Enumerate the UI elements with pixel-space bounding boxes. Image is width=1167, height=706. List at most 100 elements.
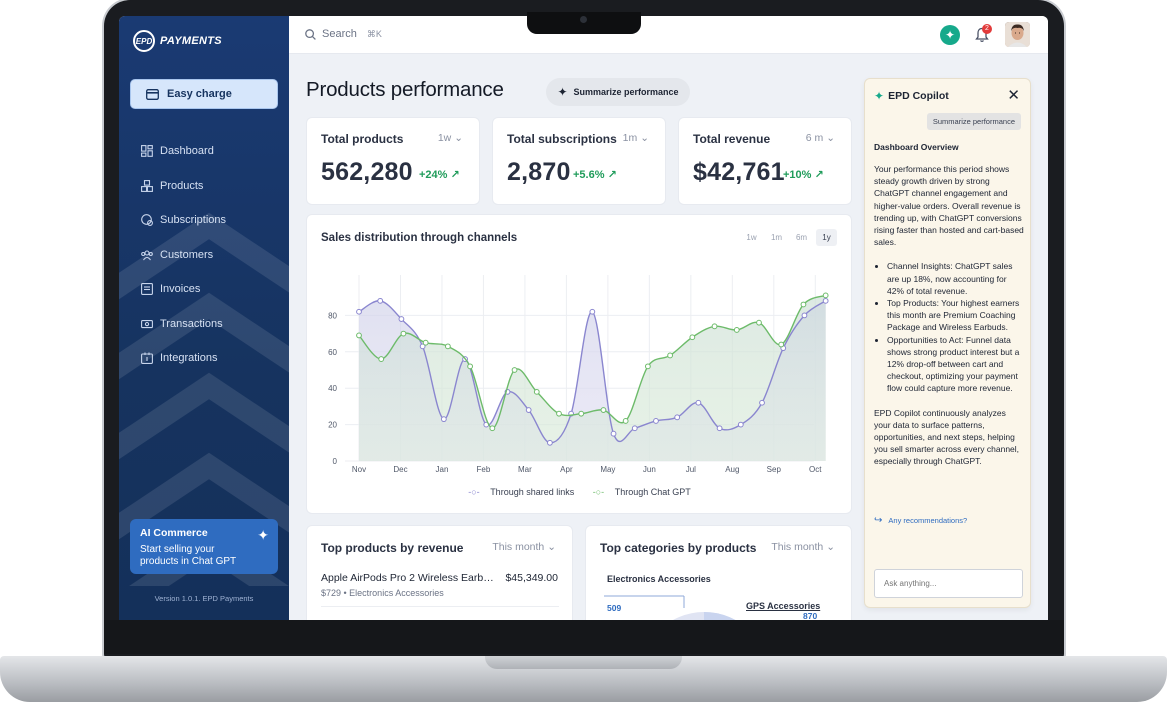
chevron-down-icon: ⌄ — [826, 132, 835, 144]
data-point — [578, 410, 585, 417]
sparkle-icon: ✦ — [874, 89, 885, 103]
stat-label: Total products — [321, 132, 404, 146]
data-point — [377, 297, 384, 304]
card-icon — [146, 88, 159, 100]
search-input[interactable]: Search ⌘K — [305, 28, 382, 40]
easy-charge-button[interactable]: Easy charge — [130, 79, 278, 109]
sidebar-item-subscriptions[interactable]: Subscriptions — [141, 203, 226, 238]
copilot-toggle-button[interactable]: ✦ — [940, 25, 960, 45]
data-point — [589, 308, 596, 315]
data-point — [556, 410, 562, 417]
data-point — [489, 425, 496, 432]
sidebar: EPD Payments Easy charge Dashboard Produ… — [119, 16, 289, 620]
x-tick-label: Jul — [686, 465, 696, 474]
data-point — [711, 323, 718, 330]
copilot-intro: Your performance this period shows stead… — [874, 164, 1024, 248]
data-point — [674, 414, 681, 421]
notification-badge: 2 — [982, 24, 992, 34]
data-point — [733, 327, 740, 333]
stat-change: +24% ↗ — [419, 168, 460, 181]
product-price: $45,349.00 — [505, 572, 558, 584]
sidebar-item-label: Invoices — [160, 283, 201, 296]
legend-item-shared-links[interactable]: -○- Through shared links — [464, 487, 578, 497]
trend-up-icon: ↗ — [814, 169, 824, 181]
data-point — [444, 343, 451, 350]
x-tick-label: Feb — [477, 465, 491, 474]
period-dropdown[interactable]: 1w ⌄ — [438, 132, 463, 144]
data-point — [525, 407, 532, 413]
trend-up-icon: ↗ — [607, 169, 617, 181]
boxes-icon — [141, 179, 153, 192]
sidebar-item-label: Integrations — [160, 352, 218, 365]
copilot-bullet: Top Products: Your highest earners this … — [887, 297, 1024, 334]
camera-icon — [580, 16, 587, 23]
sales-chart-card: Sales distribution through channels 1w 1… — [306, 214, 852, 514]
top-products-card: Top products by revenue This month ⌄ App… — [306, 525, 573, 620]
y-tick-label: 0 — [333, 457, 338, 466]
stat-label: Total subscriptions — [507, 132, 617, 146]
data-point — [610, 430, 617, 437]
sidebar-item-invoices[interactable]: Invoices — [141, 272, 226, 307]
stat-card-total-products: Total products 1w ⌄ 562,280 +24% ↗ — [306, 117, 480, 205]
period-dropdown[interactable]: This month ⌄ — [492, 541, 556, 553]
sales-chart: 0 20 40 60 80 Nov Dec Jan Feb Mar Apr May Jun Jul Aug S… — [328, 275, 829, 474]
data-point — [801, 312, 808, 319]
divider — [321, 606, 559, 607]
data-point — [737, 421, 744, 428]
data-point — [622, 418, 629, 424]
sidebar-item-transactions[interactable]: Transactions — [141, 307, 226, 342]
app-logo[interactable]: EPD Payments — [133, 30, 222, 52]
invoice-icon — [141, 283, 153, 296]
data-point — [822, 292, 829, 299]
category-label: Electronics Accessories — [607, 574, 711, 584]
sparkle-icon: ✦ — [257, 527, 269, 543]
avatar[interactable] — [1005, 22, 1030, 47]
grid-icon — [141, 145, 153, 158]
close-icon[interactable]: ✕ — [1007, 86, 1020, 104]
sidebar-item-integrations[interactable]: Integrations — [141, 341, 226, 376]
sidebar-nav: Dashboard Products Subscriptions Custome… — [141, 134, 226, 376]
data-point — [689, 334, 696, 341]
copilot-heading: Dashboard Overview — [874, 142, 959, 152]
data-point — [600, 407, 607, 413]
copilot-closing: EPD Copilot continuously analyzes your d… — [874, 407, 1020, 467]
sidebar-item-label: Subscriptions — [160, 214, 227, 227]
product-meta: $729 • Electronics Accessories — [321, 588, 444, 598]
data-point — [398, 316, 405, 322]
copilot-bullet: Opportunities to Act: Funnel data shows … — [887, 334, 1024, 395]
period-value: 1w — [437, 132, 452, 144]
stat-value: 2,870 — [507, 158, 571, 186]
y-tick-label: 20 — [328, 421, 337, 430]
y-tick-label: 60 — [328, 348, 337, 357]
x-tick-label: May — [600, 465, 615, 474]
period-dropdown[interactable]: 1m ⌄ — [623, 132, 649, 144]
sidebar-item-products[interactable]: Products — [141, 169, 226, 204]
summarize-chip[interactable]: Summarize performance — [926, 113, 1021, 130]
recommendations-link[interactable]: ↪ Any recommendations? — [874, 515, 967, 526]
reply-arrow-icon: ↪ — [874, 515, 883, 526]
chevron-down-icon: ⌄ — [547, 541, 556, 553]
data-point — [759, 399, 765, 406]
period-dropdown[interactable]: 6 m ⌄ — [806, 132, 835, 144]
data-point — [440, 416, 447, 423]
chevron-down-icon: ⌄ — [640, 132, 649, 144]
data-point — [778, 341, 785, 348]
laptop-bezel — [104, 620, 1064, 654]
data-point — [400, 330, 407, 337]
product-name[interactable]: Apple AirPods Pro 2 Wireless Earbuds — [321, 572, 499, 584]
category-value: 509 — [607, 603, 622, 613]
page-title: Products performance — [306, 78, 504, 101]
ask-anything-input[interactable] — [874, 569, 1023, 598]
copilot-title: EPD Copilot — [888, 90, 949, 102]
data-point — [716, 425, 723, 432]
data-point — [467, 363, 474, 370]
data-point — [667, 352, 674, 359]
ai-commerce-card[interactable]: AI Commerce Start selling your products … — [130, 519, 278, 574]
sidebar-item-customers[interactable]: Customers — [141, 238, 226, 273]
data-point — [547, 439, 553, 446]
chevron-down-icon: ⌄ — [454, 132, 463, 144]
legend-item-chatgpt[interactable]: -○- Through Chat GPT — [589, 487, 695, 497]
sidebar-item-dashboard[interactable]: Dashboard — [141, 134, 226, 169]
summarize-performance-button[interactable]: ✦ Summarize performance — [546, 78, 690, 106]
ai-commerce-title: AI Commerce — [140, 527, 208, 539]
